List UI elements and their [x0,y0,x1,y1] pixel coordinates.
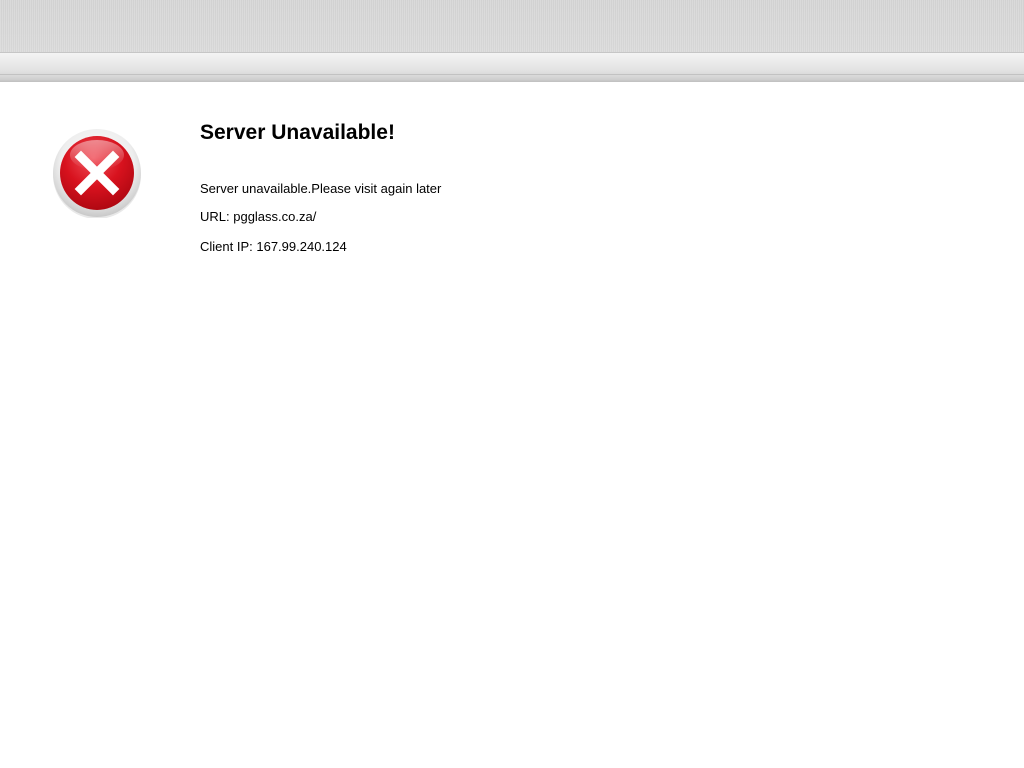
error-x-icon [52,128,142,219]
client-ip-line: Client IP: 167.99.240.124 [200,239,347,254]
url-line: URL: pgglass.co.za/ [200,209,317,224]
header-band [0,0,1024,52]
header-shelf [0,52,1024,82]
error-title: Server Unavailable! [200,121,395,144]
error-message: Server unavailable.Please visit again la… [200,181,442,196]
error-content: Server Unavailable! Server unavailable.P… [200,118,441,254]
